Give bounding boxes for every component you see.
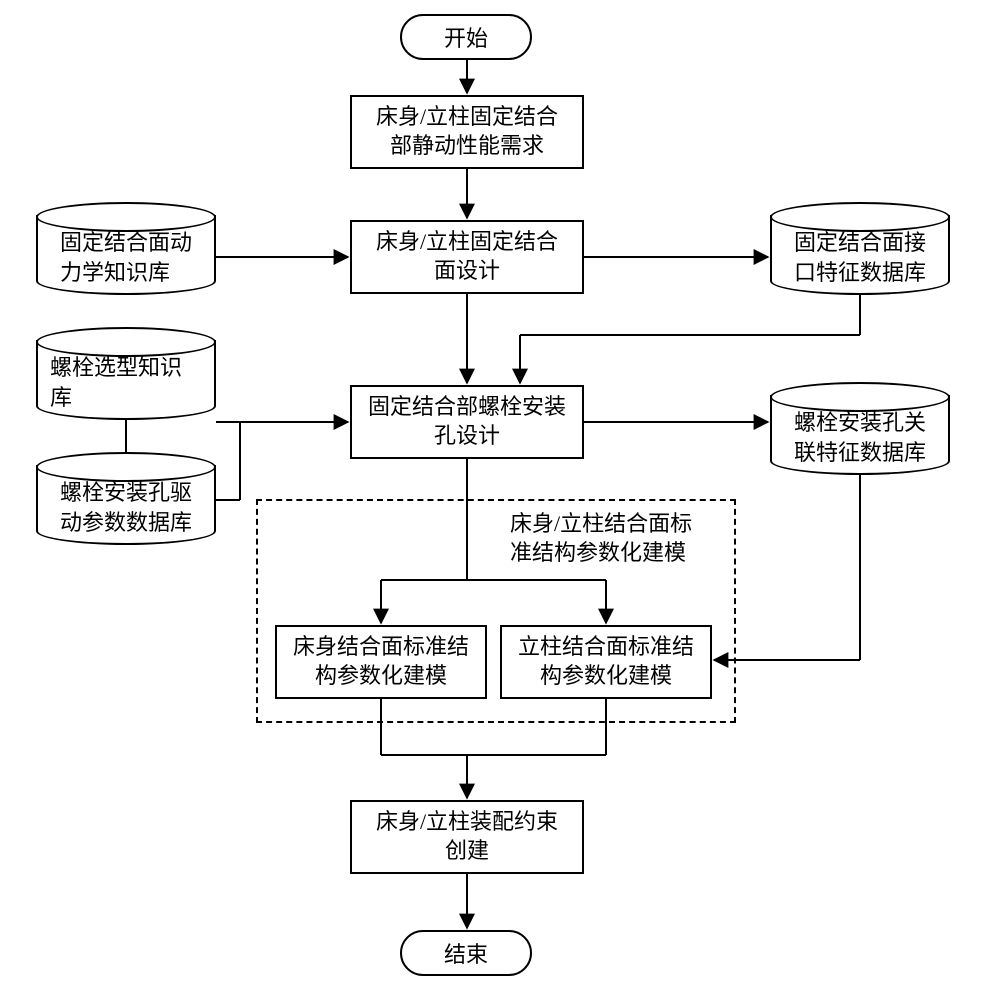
process-requirements: 床身/立柱固定结合 部静动性能需求: [350, 95, 584, 169]
db-interface-feature-text: 固定结合面接 口特征数据库: [794, 228, 926, 287]
db-bolt-hole-param-text: 螺栓安装孔驱 动参数数据库: [60, 478, 192, 537]
process-assembly-constraint-text: 床身/立柱装配约束 创建: [376, 808, 558, 865]
db-bolt-hole-param: 螺栓安装孔驱 动参数数据库: [36, 465, 216, 545]
db-interface-feature: 固定结合面接 口特征数据库: [770, 215, 950, 295]
db-bolt-hole-relation: 螺栓安装孔关 联特征数据库: [770, 395, 950, 475]
end-terminator: 结束: [400, 930, 532, 976]
process-column-model: 立柱结合面标准结 构参数化建模: [500, 625, 712, 699]
process-assembly-constraint: 床身/立柱装配约束 创建: [350, 800, 584, 874]
db-bolt-select-kb-text: 螺栓选型知识 库: [50, 353, 202, 412]
process-bolt-hole-design: 固定结合部螺栓安装 孔设计: [350, 385, 584, 459]
process-bed-model: 床身结合面标准结 构参数化建模: [275, 625, 487, 699]
process-surface-design: 床身/立柱固定结合 面设计: [350, 220, 584, 294]
dashed-group-label: 床身/立柱结合面标 准结构参数化建模: [510, 510, 730, 567]
process-bed-model-text: 床身结合面标准结 构参数化建模: [293, 633, 469, 690]
db-bolt-hole-relation-text: 螺栓安装孔关 联特征数据库: [794, 408, 926, 467]
process-surface-design-text: 床身/立柱固定结合 面设计: [376, 228, 558, 285]
process-bolt-hole-design-text: 固定结合部螺栓安装 孔设计: [368, 393, 566, 450]
process-column-model-text: 立柱结合面标准结 构参数化建模: [518, 633, 694, 690]
start-label: 开始: [444, 21, 488, 53]
start-terminator: 开始: [400, 14, 532, 60]
end-label: 结束: [444, 937, 488, 969]
db-bolt-select-kb: 螺栓选型知识 库: [36, 340, 216, 420]
db-dynamics-kb: 固定结合面动 力学知识库: [36, 215, 216, 295]
process-requirements-text: 床身/立柱固定结合 部静动性能需求: [376, 103, 558, 160]
db-dynamics-kb-text: 固定结合面动 力学知识库: [60, 228, 192, 287]
